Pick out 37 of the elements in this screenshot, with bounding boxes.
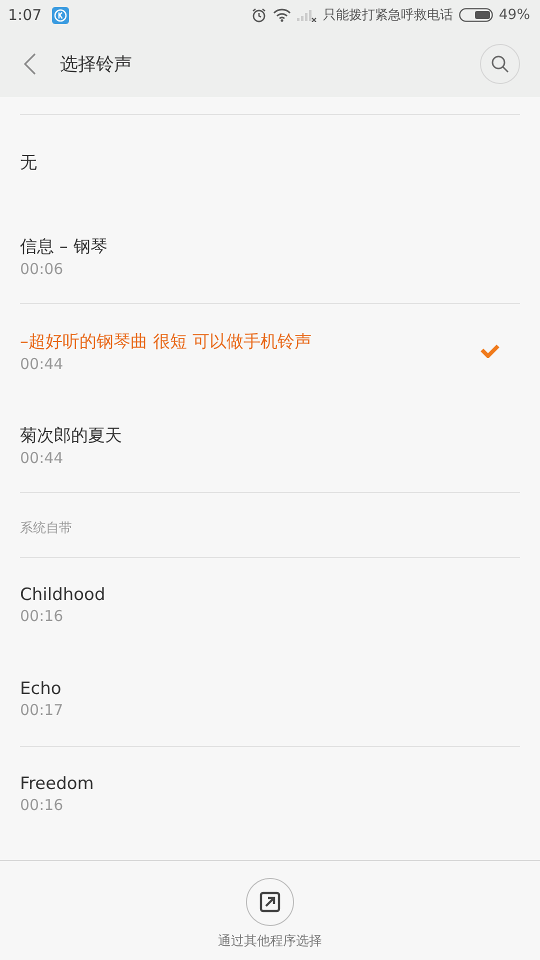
footer-label: 通过其他程序选择 <box>218 933 322 950</box>
ringtone-title: Echo <box>20 679 62 699</box>
ringtone-duration: 00:44 <box>20 354 64 372</box>
ringtone-item[interactable]: 信息 – 钢琴 00:06 <box>20 209 520 304</box>
ringtone-duration: 00:16 <box>20 796 64 814</box>
alarm-icon <box>250 7 267 23</box>
ringtone-item[interactable]: Freedom 00:16 <box>20 747 520 841</box>
ringtone-title: Childhood <box>20 585 106 605</box>
ringtone-duration: 00:17 <box>20 701 64 719</box>
ringtone-duration: 00:16 <box>20 607 64 625</box>
battery-percentage: 49% <box>498 7 530 23</box>
open-external-button[interactable] <box>246 878 294 926</box>
ringtone-item[interactable]: 菊次郎的夏天 00:44 <box>20 398 520 493</box>
page-title: 选择铃声 <box>60 52 133 76</box>
ringtone-title: 信息 – 钢琴 <box>20 236 108 258</box>
wifi-icon <box>272 8 291 22</box>
ringtone-item[interactable]: 无 <box>20 115 520 209</box>
search-button[interactable] <box>480 44 520 84</box>
status-time: 1:07 <box>8 6 42 24</box>
open-external-icon <box>259 891 281 913</box>
section-header: 系统自带 <box>20 493 520 558</box>
ringtone-title: –超好听的钢琴曲 很短 可以做手机铃声 <box>20 330 312 352</box>
no-signal-icon <box>296 8 317 22</box>
ringtone-title: 无 <box>20 152 38 174</box>
checkmark-icon <box>480 344 500 358</box>
back-icon <box>24 52 36 74</box>
ringtone-item[interactable]: Childhood 00:16 <box>20 558 520 652</box>
ringtone-duration: 00:44 <box>20 448 64 466</box>
ringtone-duration: 00:06 <box>20 260 64 278</box>
ringtone-title: 菊次郎的夏天 <box>20 424 123 446</box>
ringtone-title: Freedom <box>20 774 95 794</box>
search-icon <box>491 54 509 72</box>
status-text: 只能拨打紧急呼救电话 <box>322 7 453 24</box>
battery-icon <box>458 8 493 22</box>
back-button[interactable] <box>24 52 36 74</box>
app-notification-icon <box>52 6 69 24</box>
ringtone-item[interactable]: Echo 00:17 <box>20 652 520 747</box>
